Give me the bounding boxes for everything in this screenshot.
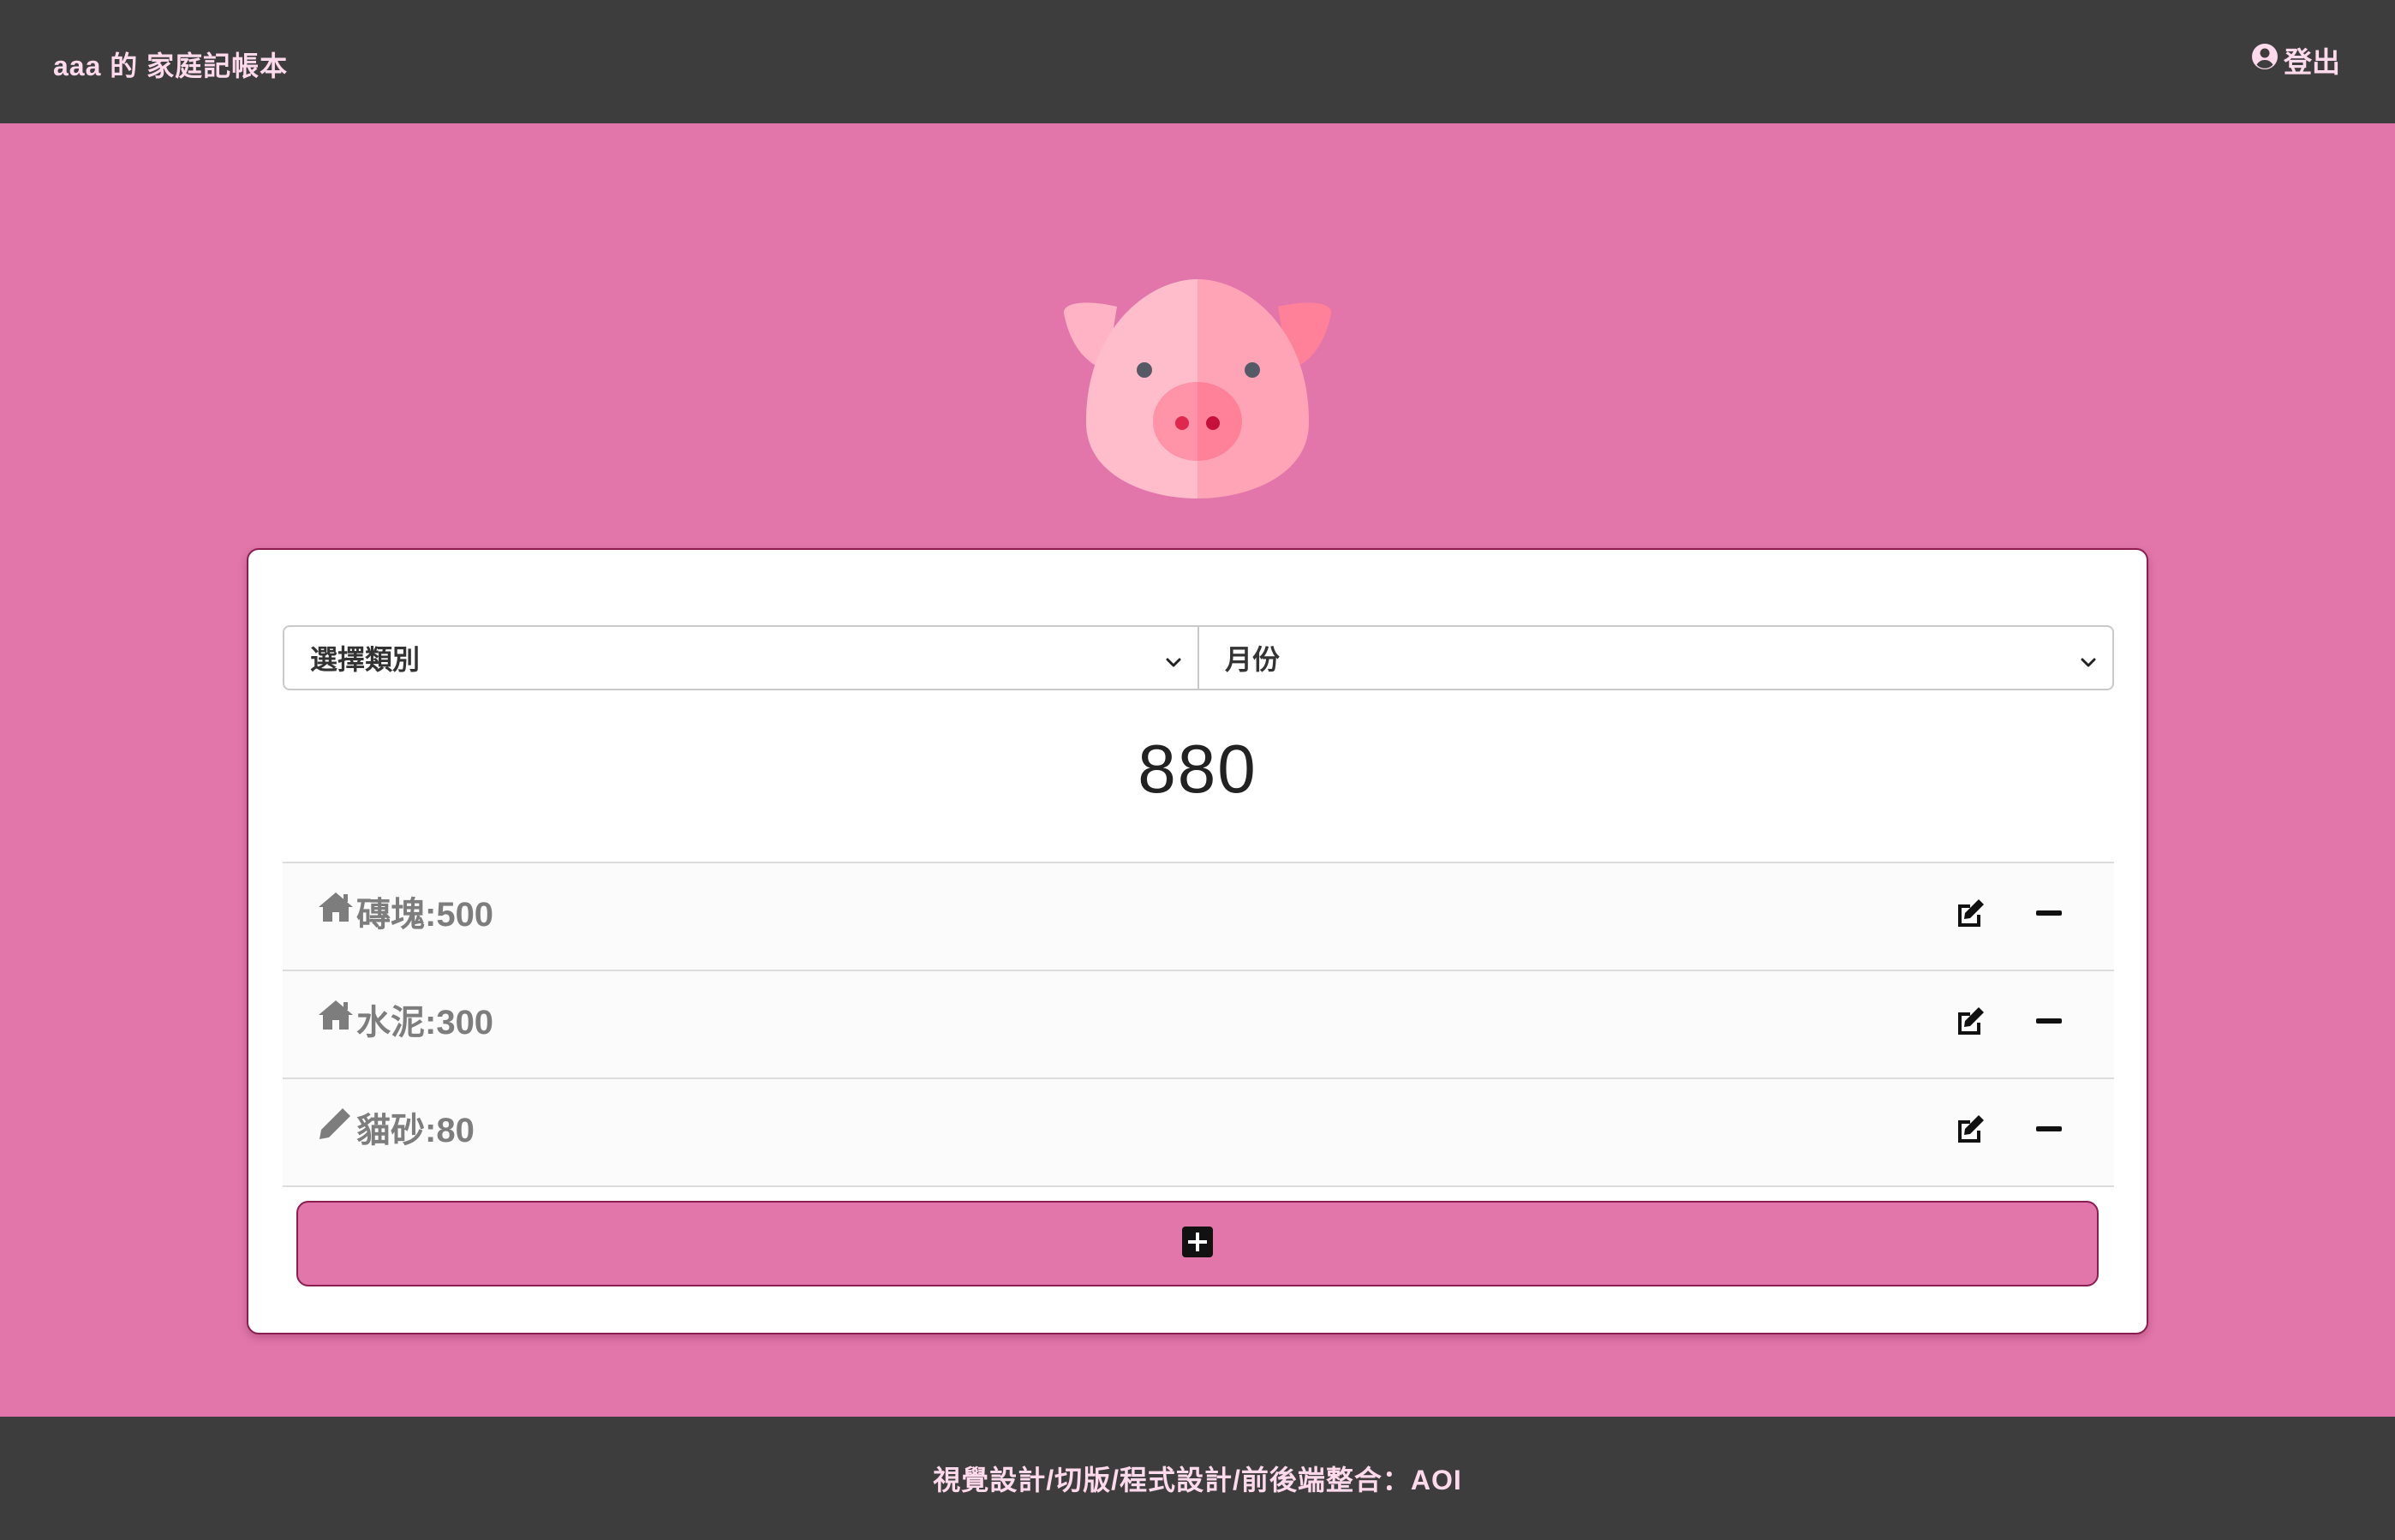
footer: 視覺設計/切版/程式設計/前後端整合：AOI: [0, 1417, 2395, 1540]
list-item: 水泥:300: [283, 971, 2114, 1079]
total-amount: 880: [1138, 731, 1257, 807]
record-label: 磚塊:500: [317, 889, 493, 934]
record-list: 磚塊:500 水泥:300 貓砂:80: [283, 862, 2114, 1187]
record-actions: [1953, 1004, 2066, 1038]
add-record-button[interactable]: [296, 1201, 2099, 1286]
minus-icon[interactable]: [2032, 896, 2066, 930]
minus-icon[interactable]: [2032, 1112, 2066, 1146]
pig-face-icon: [1062, 254, 1333, 498]
house-icon: [317, 998, 355, 1041]
record-text: 磚塊:500: [356, 896, 494, 934]
edit-icon[interactable]: [1953, 1112, 1987, 1146]
category-select[interactable]: 選擇類別: [283, 625, 1199, 690]
record-text: 貓砂:80: [356, 1112, 475, 1149]
list-item: 貓砂:80: [283, 1079, 2114, 1187]
pencil-icon: [317, 1106, 355, 1149]
category-select-value: 選擇類別: [310, 644, 421, 675]
user-circle-icon: [2251, 43, 2279, 77]
footer-credit: 視覺設計/切版/程式設計/前後端整合：AOI: [933, 1465, 1462, 1495]
logout-button[interactable]: 登出: [2251, 43, 2340, 78]
list-item: 磚塊:500: [283, 863, 2114, 971]
chevron-down-icon: [1163, 648, 1184, 668]
month-select[interactable]: 月份: [1199, 625, 2114, 690]
minus-icon[interactable]: [2032, 1004, 2066, 1038]
month-select-value: 月份: [1225, 644, 1281, 675]
logout-label: 登出: [2284, 46, 2340, 78]
record-text: 水泥:300: [356, 1004, 494, 1042]
ledger-card: 選擇類別 月份 880 磚塊:500 水泥:300 貓砂:80: [247, 548, 2148, 1334]
filter-bar: 選擇類別 月份: [283, 625, 2114, 690]
plus-square-icon: [1180, 1225, 1215, 1263]
record-actions: [1953, 1112, 2066, 1146]
edit-icon[interactable]: [1953, 896, 1987, 930]
edit-icon[interactable]: [1953, 1004, 1987, 1038]
top-navbar: aaa 的 家庭記帳本 登出: [0, 0, 2395, 123]
record-label: 水泥:300: [317, 997, 493, 1042]
record-actions: [1953, 896, 2066, 930]
chevron-down-icon: [2078, 648, 2099, 668]
house-icon: [317, 890, 355, 933]
app-title[interactable]: aaa 的 家庭記帳本: [53, 45, 288, 84]
record-label: 貓砂:80: [317, 1105, 475, 1149]
